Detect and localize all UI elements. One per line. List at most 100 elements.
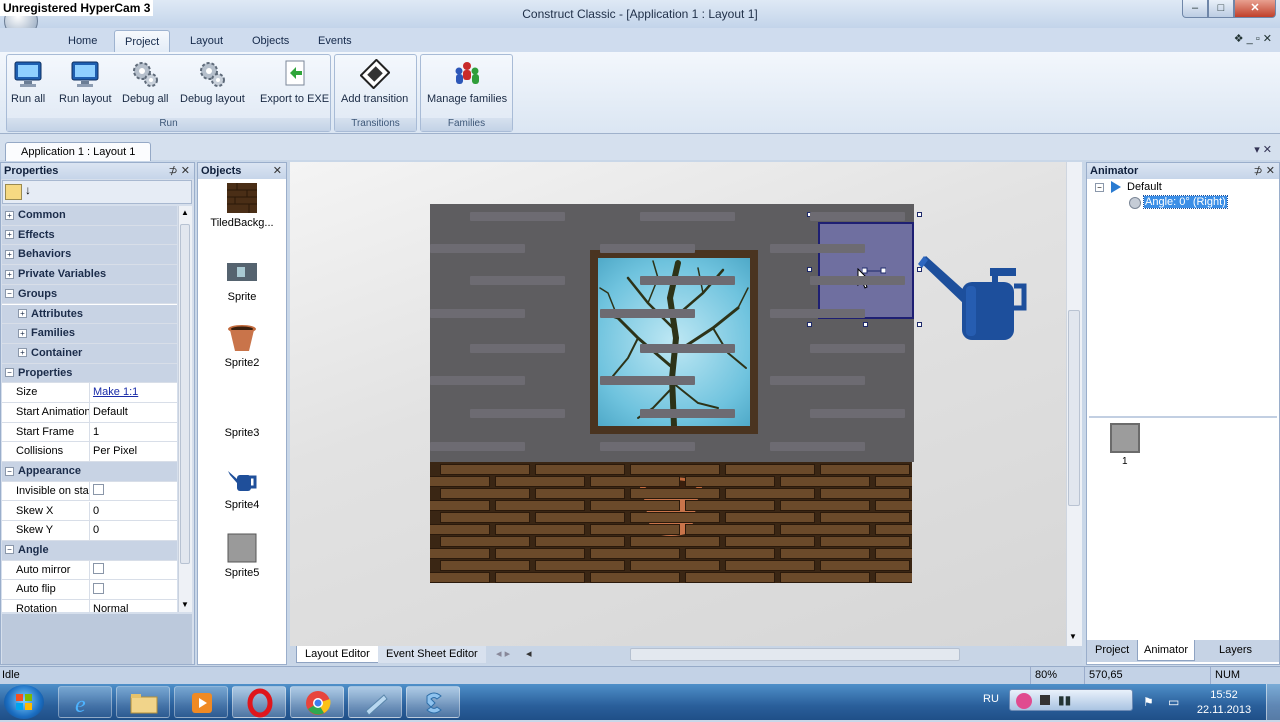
property-value[interactable]: Per Pixel: [92, 442, 177, 461]
objects-close[interactable]: ✕: [273, 163, 282, 179]
flag-icon[interactable]: ⚑: [1143, 695, 1154, 709]
resize-handle-bl[interactable]: [807, 322, 812, 327]
tab-layout[interactable]: Layout: [180, 30, 233, 52]
property-row[interactable]: Skew X0: [2, 501, 177, 522]
add-transition-button[interactable]: Add transition: [341, 58, 408, 105]
clock[interactable]: 15:52 22.11.2013: [1188, 688, 1260, 718]
scroll-up-arrow[interactable]: ▲: [181, 208, 189, 217]
property-link[interactable]: Make 1:1: [93, 386, 138, 398]
property-value[interactable]: Make 1:1: [92, 383, 177, 402]
run-layout-button[interactable]: Run layout: [59, 59, 112, 105]
resize-handle-b[interactable]: [863, 322, 868, 327]
debug-all-button[interactable]: Debug all: [122, 59, 168, 105]
expand-icon[interactable]: +: [5, 269, 14, 279]
property-value[interactable]: [92, 482, 177, 501]
layout-horizontal-scroll-thumb[interactable]: [630, 648, 960, 661]
document-tab-controls[interactable]: ▾ ✕: [1254, 143, 1272, 156]
run-all-button[interactable]: Run all: [11, 59, 45, 105]
property-category[interactable]: − Groups: [2, 284, 177, 305]
expand-icon[interactable]: +: [5, 210, 14, 220]
object-sprite3[interactable]: Sprite3: [198, 427, 286, 439]
tab-objects[interactable]: Objects: [242, 30, 299, 52]
tab-home[interactable]: Home: [58, 30, 107, 52]
taskbar-chrome[interactable]: [290, 686, 344, 718]
debug-layout-button[interactable]: Debug layout: [180, 59, 245, 105]
tab-layers-panel[interactable]: Layers: [1213, 640, 1258, 661]
panel-pin-close[interactable]: ⊅ ✕: [169, 163, 191, 179]
hscroll-left-arrow[interactable]: ◂: [518, 646, 540, 663]
property-category[interactable]: + Common: [2, 206, 177, 226]
tab-event-sheet-editor[interactable]: Event Sheet Editor: [378, 646, 486, 663]
tab-scroll-arrows[interactable]: ◂ ▸: [488, 646, 518, 663]
collapse-icon[interactable]: −: [5, 368, 14, 378]
property-category[interactable]: + Effects: [2, 225, 177, 246]
document-tab-layout1[interactable]: Application 1 : Layout 1: [5, 142, 152, 161]
properties-scroll-thumb[interactable]: [180, 224, 190, 564]
object-sprite4[interactable]: Sprite4: [198, 465, 286, 511]
tree-collapse-icon[interactable]: −: [1095, 183, 1104, 192]
show-desktop-button[interactable]: [1266, 684, 1280, 720]
network-icon[interactable]: ▭: [1168, 695, 1179, 709]
taskbar-construct[interactable]: [406, 686, 460, 718]
taskbar-internet-explorer[interactable]: e: [58, 686, 112, 718]
property-row[interactable]: Invisible on start: [2, 481, 177, 502]
property-category[interactable]: + Private Variables: [2, 265, 177, 285]
manage-families-button[interactable]: Manage families: [427, 59, 507, 105]
flower-pot-sprite[interactable]: [639, 476, 703, 541]
frame-thumbnail[interactable]: [1110, 423, 1140, 453]
expand-icon[interactable]: +: [18, 328, 27, 338]
property-row[interactable]: Start Frame 1: [2, 422, 177, 443]
scroll-down-arrow[interactable]: ▼: [181, 600, 189, 609]
property-category[interactable]: + Attributes: [2, 304, 177, 325]
collapse-icon[interactable]: −: [5, 545, 14, 555]
property-category[interactable]: + Families: [2, 324, 177, 344]
angle-entry-selected[interactable]: Angle: 0° (Right): [1143, 195, 1228, 209]
property-row[interactable]: Auto mirror: [2, 560, 177, 581]
window-sprite[interactable]: [590, 250, 758, 434]
property-value[interactable]: Default: [92, 403, 177, 422]
tab-layout-editor[interactable]: Layout Editor: [296, 646, 379, 663]
property-value[interactable]: [92, 580, 177, 599]
export-to-exe-button[interactable]: Export to EXE: [260, 59, 329, 105]
layout-vertical-scroll-thumb[interactable]: [1068, 310, 1080, 506]
property-category[interactable]: − Appearance: [2, 462, 177, 482]
property-row[interactable]: Rotation Normal: [2, 600, 177, 612]
property-row[interactable]: Size Make 1:1: [2, 383, 177, 403]
property-value[interactable]: Normal: [92, 600, 177, 612]
property-category[interactable]: + Container: [2, 343, 177, 364]
sort-alpha-icon[interactable]: ↓: [25, 183, 31, 197]
collapse-icon[interactable]: −: [5, 466, 14, 476]
expand-icon[interactable]: +: [18, 348, 27, 358]
resize-handle-tr[interactable]: [917, 212, 922, 217]
property-category[interactable]: − Properties: [2, 363, 177, 384]
property-checkbox[interactable]: [93, 582, 104, 594]
property-row[interactable]: Auto flip: [2, 580, 177, 600]
language-indicator[interactable]: RU: [983, 693, 999, 705]
start-button[interactable]: [4, 685, 44, 719]
property-value[interactable]: 0: [92, 502, 177, 521]
resize-handle-tl[interactable]: [807, 212, 812, 217]
property-checkbox[interactable]: [93, 484, 104, 496]
object-tiledbackground[interactable]: TiledBackg...: [198, 183, 286, 229]
property-value[interactable]: 1: [92, 423, 177, 442]
close-button[interactable]: ✕: [1234, 0, 1276, 18]
tab-project-panel[interactable]: Project: [1089, 640, 1135, 661]
tab-events[interactable]: Events: [308, 30, 362, 52]
categorized-view-icon[interactable]: [5, 184, 22, 200]
property-checkbox[interactable]: [93, 563, 104, 575]
property-value[interactable]: 0: [92, 521, 177, 540]
tab-animator-panel[interactable]: Animator: [1137, 640, 1196, 661]
object-sprite2[interactable]: Sprite2: [198, 323, 286, 369]
animation-default[interactable]: Default: [1127, 181, 1162, 193]
property-row[interactable]: Start Animation Default: [2, 403, 177, 423]
resize-handle-l[interactable]: [807, 267, 812, 272]
taskbar-explorer[interactable]: [116, 686, 170, 718]
property-category[interactable]: − Angle: [2, 540, 177, 561]
property-category[interactable]: + Behaviors: [2, 245, 177, 266]
maximize-button[interactable]: □: [1208, 0, 1234, 18]
object-sprite5[interactable]: Sprite5: [198, 533, 286, 579]
tab-project[interactable]: Project: [114, 30, 171, 52]
taskbar-app[interactable]: [348, 686, 402, 718]
expand-icon[interactable]: +: [18, 309, 27, 319]
property-row[interactable]: Collisions Per Pixel: [2, 442, 177, 463]
